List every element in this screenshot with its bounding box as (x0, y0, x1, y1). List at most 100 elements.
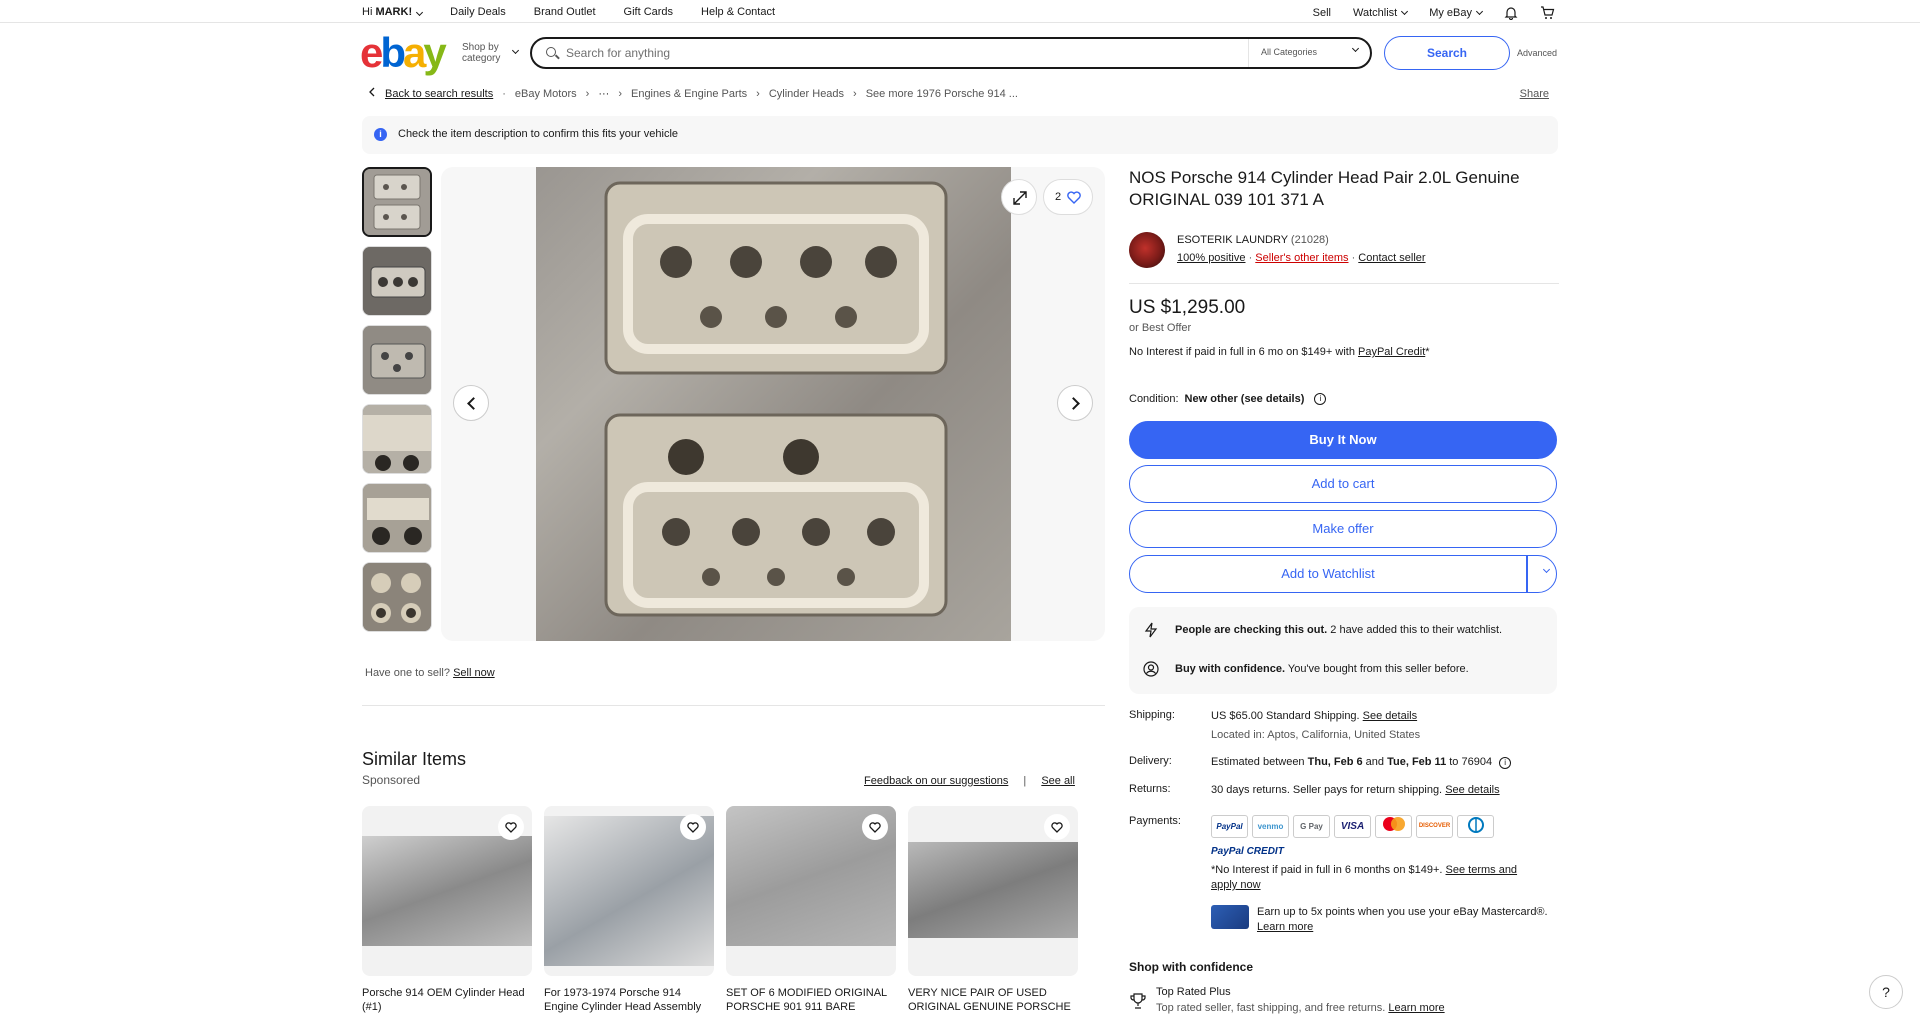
search-input[interactable]: Search for anything (566, 46, 670, 60)
add-to-cart-button[interactable]: Add to cart (1129, 465, 1557, 503)
shop-by-category[interactable]: Shop by category (462, 42, 520, 64)
notification-bell-icon[interactable] (1504, 6, 1518, 20)
next-image-button[interactable] (1057, 385, 1093, 421)
search-bar[interactable]: Search for anything All Categories (530, 37, 1372, 69)
google-pay-logo: G Pay (1293, 815, 1330, 838)
gift-cards-link[interactable]: Gift Cards (624, 6, 674, 18)
similar-item-image[interactable] (908, 806, 1078, 976)
brand-outlet-link[interactable]: Brand Outlet (534, 6, 596, 18)
breadcrumb-see-more[interactable]: See more 1976 Porsche 914 ... (866, 88, 1018, 100)
expand-button[interactable] (1001, 179, 1037, 215)
search-button[interactable]: Search (1384, 36, 1510, 70)
returns-see-details-link[interactable]: See details (1445, 784, 1499, 796)
similar-item-card[interactable]: VERY NICE PAIR OF USED ORIGINAL GENUINE … (908, 806, 1078, 1014)
similar-item-card[interactable]: For 1973-1974 Porsche 914 Engine Cylinde… (544, 806, 714, 1014)
buy-it-now-button[interactable]: Buy It Now (1129, 421, 1557, 459)
ebay-logo[interactable]: ebay (360, 29, 447, 77)
payments-value: PayPal venmo G Pay VISA DISCOVER PayPal … (1211, 815, 1561, 893)
main-image-viewer[interactable]: 2 (441, 167, 1105, 641)
diners-club-logo (1457, 815, 1494, 838)
item-title: NOS Porsche 914 Cylinder Head Pair 2.0L … (1129, 168, 1520, 209)
buy-confidence-row: Buy with confidence. You've bought from … (1143, 661, 1469, 677)
similar-item-image[interactable] (544, 806, 714, 976)
best-offer-label: or Best Offer (1129, 322, 1192, 334)
condition-row: Condition: New other (see details) i (1129, 393, 1327, 405)
share-link[interactable]: Share (1520, 88, 1549, 100)
make-offer-button[interactable]: Make offer (1129, 510, 1557, 548)
header: ebay Shop by category Search for anythin… (0, 23, 1920, 83)
chevron-down-icon (511, 46, 520, 55)
heart-icon[interactable] (680, 814, 706, 840)
info-icon[interactable]: i (1314, 393, 1327, 405)
heart-icon[interactable] (862, 814, 888, 840)
feedback-link[interactable]: Feedback on our suggestions (864, 775, 1008, 787)
heart-icon[interactable] (1044, 814, 1070, 840)
similar-item-title[interactable]: For 1973-1974 Porsche 914 Engine Cylinde… (544, 986, 714, 1014)
thumbnail[interactable] (362, 246, 432, 316)
people-checking-row: People are checking this out. 2 have add… (1143, 622, 1502, 638)
previous-image-button[interactable] (453, 385, 489, 421)
sell-now-link[interactable]: Sell now (453, 667, 495, 679)
social-proof-panel: People are checking this out. 2 have add… (1129, 607, 1557, 694)
advanced-search-link[interactable]: Advanced (1517, 48, 1557, 58)
help-button[interactable]: ? (1869, 975, 1903, 1009)
discover-logo: DISCOVER (1416, 815, 1453, 838)
watchlist-menu[interactable]: Watchlist (1353, 7, 1409, 19)
thumbnail[interactable] (362, 325, 432, 395)
shop-with-confidence-title: Shop with confidence (1129, 960, 1254, 974)
trp-learn-more-link[interactable]: Learn more (1388, 1002, 1444, 1014)
contact-seller-link[interactable]: Contact seller (1358, 252, 1425, 264)
more-crumbs-icon[interactable]: ··· (598, 88, 609, 100)
watch-count-button[interactable]: 2 (1043, 179, 1093, 215)
similar-item-title[interactable]: Porsche 914 OEM Cylinder Head (#1) (362, 986, 532, 1014)
item-price: US $1,295.00 (1129, 297, 1246, 318)
my-ebay-menu[interactable]: My eBay (1429, 7, 1484, 19)
seller-avatar[interactable] (1129, 232, 1165, 268)
seller-name[interactable]: ESOTERIK LAUNDRY (21028) (1177, 234, 1329, 246)
chevron-down-icon (1401, 7, 1409, 16)
user-circle-icon (1143, 661, 1159, 677)
shipping-value: US $65.00 Standard Shipping. See details… (1211, 709, 1561, 743)
help-contact-link[interactable]: Help & Contact (701, 6, 775, 18)
back-chevron-icon[interactable] (368, 87, 376, 100)
breadcrumb-ebay-motors[interactable]: eBay Motors (515, 88, 577, 100)
condition-value: New other (see details) (1184, 393, 1305, 405)
breadcrumb-engines[interactable]: Engines & Engine Parts (631, 88, 747, 100)
add-to-watchlist-button[interactable]: Add to Watchlist (1129, 555, 1527, 593)
watchlist-dropdown-button[interactable] (1527, 555, 1557, 593)
returns-value: 30 days returns. Seller pays for return … (1211, 784, 1500, 796)
back-to-results-link[interactable]: Back to search results (385, 88, 493, 100)
thumbnail[interactable] (362, 562, 432, 632)
thumbnail[interactable] (362, 404, 432, 474)
thumbnail[interactable] (362, 483, 432, 553)
payment-logos: PayPal venmo G Pay VISA DISCOVER (1211, 815, 1561, 838)
info-icon[interactable]: i (1499, 757, 1512, 769)
product-photo[interactable] (536, 167, 1011, 641)
notice-text: Check the item description to confirm th… (398, 128, 679, 140)
sellers-other-items-link[interactable]: Seller's other items (1255, 252, 1348, 264)
top-bar: Hi MARK! Daily Deals Brand Outlet Gift C… (0, 0, 1920, 23)
similar-item-image[interactable] (362, 806, 532, 976)
similar-item-title[interactable]: VERY NICE PAIR OF USED ORIGINAL GENUINE … (908, 986, 1078, 1014)
daily-deals-link[interactable]: Daily Deals (450, 6, 506, 18)
ebay-mastercard-promo: Earn up to 5x points when you use your e… (1211, 905, 1567, 935)
greeting[interactable]: Hi MARK! (362, 6, 424, 18)
cart-icon[interactable] (1540, 6, 1555, 20)
sell-link[interactable]: Sell (1313, 7, 1331, 19)
category-select[interactable]: All Categories (1248, 39, 1370, 67)
heart-icon (1067, 190, 1081, 204)
paypal-credit-link[interactable]: PayPal Credit (1358, 346, 1425, 358)
similar-item-image[interactable] (726, 806, 896, 976)
heart-icon[interactable] (498, 814, 524, 840)
breadcrumb-cylinder-heads[interactable]: Cylinder Heads (769, 88, 844, 100)
mastercard-learn-more-link[interactable]: Learn more (1257, 921, 1313, 933)
returns-label: Returns: (1129, 783, 1171, 795)
similar-item-card[interactable]: Porsche 914 OEM Cylinder Head (#1) (362, 806, 532, 1014)
thumbnail[interactable] (362, 167, 432, 237)
similar-item-title[interactable]: SET OF 6 MODIFIED ORIGINAL PORSCHE 901 9… (726, 986, 896, 1014)
see-all-link[interactable]: See all (1041, 775, 1075, 787)
expand-icon (1013, 191, 1027, 205)
shipping-see-details-link[interactable]: See details (1363, 710, 1417, 722)
similar-item-card[interactable]: SET OF 6 MODIFIED ORIGINAL PORSCHE 901 9… (726, 806, 896, 1014)
positive-feedback-link[interactable]: 100% positive (1177, 252, 1246, 264)
